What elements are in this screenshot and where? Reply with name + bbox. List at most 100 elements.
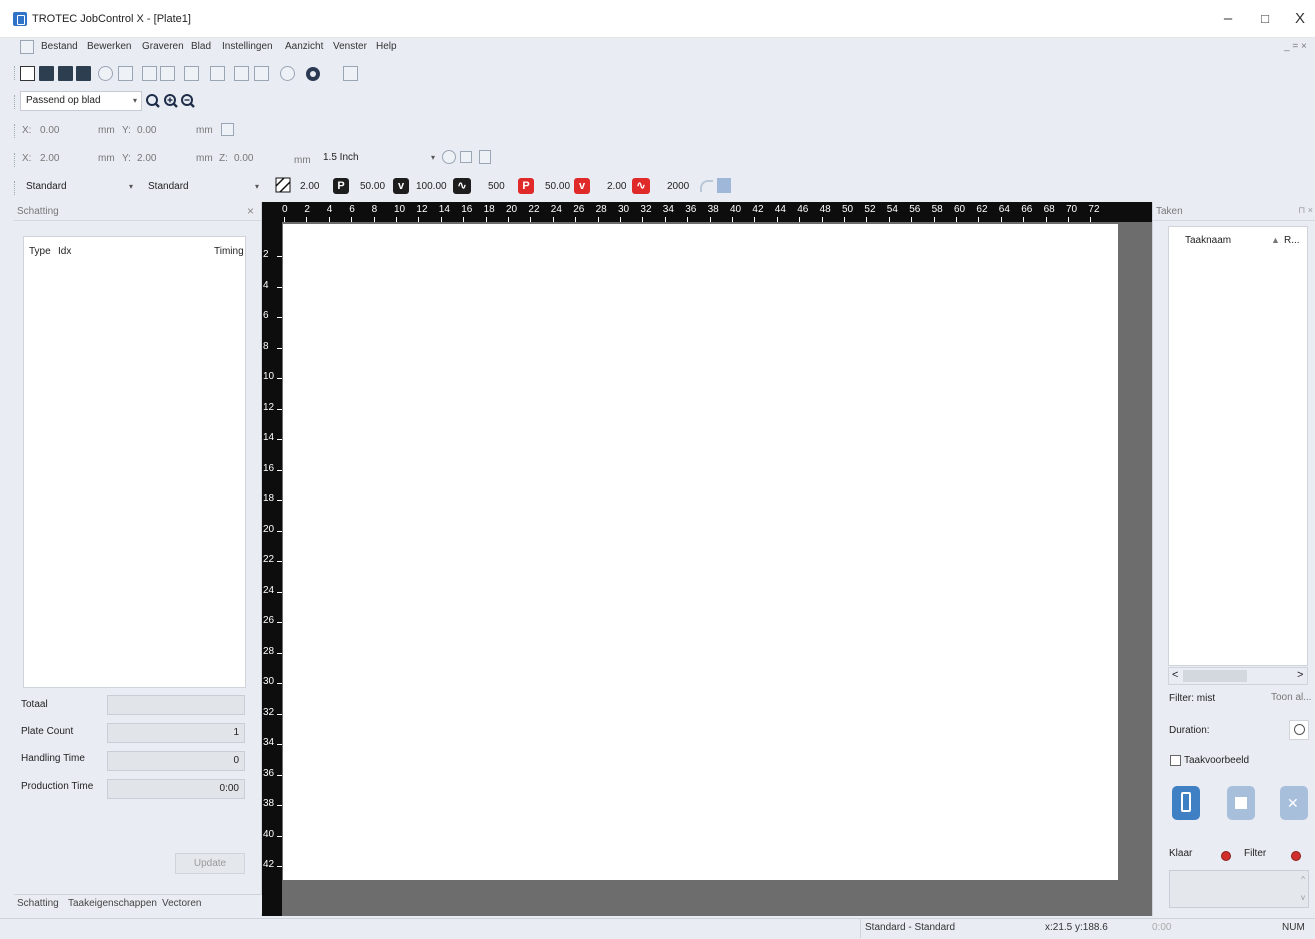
z-input[interactable]: 0.00: [234, 153, 253, 164]
ruler-top-tick: [485, 217, 487, 222]
anchor-icon[interactable]: [221, 123, 234, 136]
pos-toolbar-grip[interactable]: [14, 124, 17, 138]
taakvoorbeeld-checkbox[interactable]: [1170, 755, 1181, 766]
material-group-select[interactable]: Standard ▾: [20, 177, 138, 197]
focus-down-icon[interactable]: [460, 151, 472, 163]
param-thickness[interactable]: 2.00: [300, 181, 319, 192]
scroll-thumb[interactable]: [1183, 670, 1247, 682]
maximize-button[interactable]: □: [1253, 8, 1277, 30]
size-y-input[interactable]: 2.00: [137, 153, 156, 164]
param-ppi[interactable]: 500: [488, 181, 505, 192]
menu-help[interactable]: Help: [376, 41, 397, 52]
menu-blad[interactable]: Blad: [191, 41, 211, 52]
sort-icon[interactable]: [142, 66, 157, 81]
menu-instellingen[interactable]: Instellingen: [222, 41, 273, 52]
tab-vectoren[interactable]: Vectoren: [162, 898, 201, 909]
nest-icon[interactable]: [160, 66, 175, 81]
ruler-left-label: 6: [263, 310, 269, 321]
ruler-top-label: 24: [550, 204, 562, 215]
filter-status-icon: [1291, 851, 1301, 861]
plate-canvas[interactable]: [283, 224, 1118, 880]
ruler-top-tick: [933, 217, 935, 222]
usb-button[interactable]: [1172, 786, 1200, 820]
pos-x-input[interactable]: 0.00: [40, 125, 59, 136]
undo-icon[interactable]: [700, 180, 713, 192]
stop-button[interactable]: [1227, 786, 1255, 820]
scroll-right-arrow[interactable]: >: [1297, 669, 1303, 681]
estimate-list[interactable]: Type Idx Timing: [23, 236, 246, 688]
menu-graveren[interactable]: Graveren: [142, 41, 184, 52]
menu-bewerken[interactable]: Bewerken: [87, 41, 131, 52]
minimize-button[interactable]: –: [1216, 8, 1240, 30]
zoom-select[interactable]: Passend op blad ▾: [20, 91, 142, 111]
ruler-left-label: 2: [263, 249, 269, 260]
param-speed-engrave[interactable]: 100.00: [416, 181, 447, 192]
settings-gear-icon[interactable]: [306, 67, 320, 81]
col-idx[interactable]: Idx: [58, 246, 71, 257]
zoom-out-icon[interactable]: [181, 94, 195, 108]
clock-button[interactable]: [1289, 720, 1309, 740]
scroll-left-arrow[interactable]: <: [1172, 669, 1178, 681]
tab-taakeigenschappen[interactable]: Taakeigenschappen: [68, 898, 157, 909]
jobs-scrollbar[interactable]: < >: [1168, 667, 1308, 685]
param-power-cut[interactable]: 50.00: [545, 181, 570, 192]
totaal-label: Totaal: [21, 699, 48, 710]
zoom-fit-icon[interactable]: [146, 94, 160, 108]
pos-y-input[interactable]: 0.00: [137, 125, 156, 136]
param-hz[interactable]: 2000: [667, 181, 689, 192]
param-power-engrave[interactable]: 50.00: [360, 181, 385, 192]
ruler-top-tick: [306, 217, 308, 222]
col-taaknaam[interactable]: Taaknaam: [1185, 235, 1231, 246]
focus-up-icon[interactable]: [479, 150, 491, 164]
size-toolbar-grip[interactable]: [14, 153, 17, 167]
paste-icon[interactable]: [254, 66, 269, 81]
jobs-list[interactable]: Taaknaam ▲ R...: [1168, 226, 1308, 666]
copy-icon[interactable]: [234, 66, 249, 81]
edit-icon[interactable]: [184, 66, 199, 81]
lens-select-value: 1.5 Inch: [323, 152, 359, 163]
update-button[interactable]: Update: [175, 853, 245, 874]
ruler-left-tick: [277, 744, 282, 745]
print-icon[interactable]: [76, 66, 91, 81]
ruler-top-label: 28: [595, 204, 607, 215]
ruler-top-tick: [620, 217, 621, 222]
col-type[interactable]: Type: [29, 246, 51, 257]
laser-settings-icon[interactable]: [343, 66, 358, 81]
material-select[interactable]: Standard ▾: [142, 177, 264, 197]
col-timing[interactable]: Timing: [214, 246, 244, 257]
import-icon[interactable]: [118, 66, 133, 81]
mdi-controls[interactable]: _ = ×: [1284, 41, 1307, 52]
zoom-in-icon[interactable]: [164, 94, 178, 108]
autofocus-icon[interactable]: [442, 150, 456, 164]
ruler-left-label: 28: [263, 645, 275, 657]
ruler-top-label: 0: [282, 204, 288, 215]
menu-aanzicht[interactable]: Aanzicht: [285, 41, 323, 52]
exhaust-button[interactable]: ✕: [1280, 786, 1308, 820]
menu-venster[interactable]: Venster: [333, 41, 367, 52]
move-icon[interactable]: [98, 66, 113, 81]
chevron-down-icon[interactable]: v: [1301, 893, 1305, 902]
zoom-toolbar-grip[interactable]: [14, 95, 17, 109]
panel-pin-icon[interactable]: ⊓ ×: [1298, 205, 1313, 216]
new-file-icon[interactable]: [20, 66, 35, 81]
view-icon[interactable]: [280, 66, 295, 81]
zoom-icons: [146, 94, 195, 108]
chevron-up-icon[interactable]: ^: [1301, 875, 1305, 884]
close-button[interactable]: X: [1288, 8, 1312, 30]
toolbar-grip[interactable]: [14, 66, 17, 80]
size-x-input[interactable]: 2.00: [40, 153, 59, 164]
save-icon[interactable]: [39, 66, 54, 81]
material-toolbar-grip[interactable]: [14, 181, 17, 195]
toon-all-link[interactable]: Toon al...: [1271, 692, 1312, 703]
align-icon[interactable]: [210, 66, 225, 81]
panel-close-icon[interactable]: ×: [247, 204, 254, 218]
param-speed-cut[interactable]: 2.00: [607, 181, 626, 192]
tab-schatting[interactable]: Schatting: [17, 898, 59, 909]
hatch-icon[interactable]: [275, 177, 291, 193]
menu-bestand[interactable]: Bestand: [41, 41, 78, 52]
save-material-icon[interactable]: [717, 178, 731, 193]
open-icon[interactable]: [58, 66, 73, 81]
col-r[interactable]: R...: [1284, 235, 1300, 246]
lens-select[interactable]: 1.5 Inch ▾: [317, 148, 440, 168]
material-group-value: Standard: [26, 181, 67, 192]
